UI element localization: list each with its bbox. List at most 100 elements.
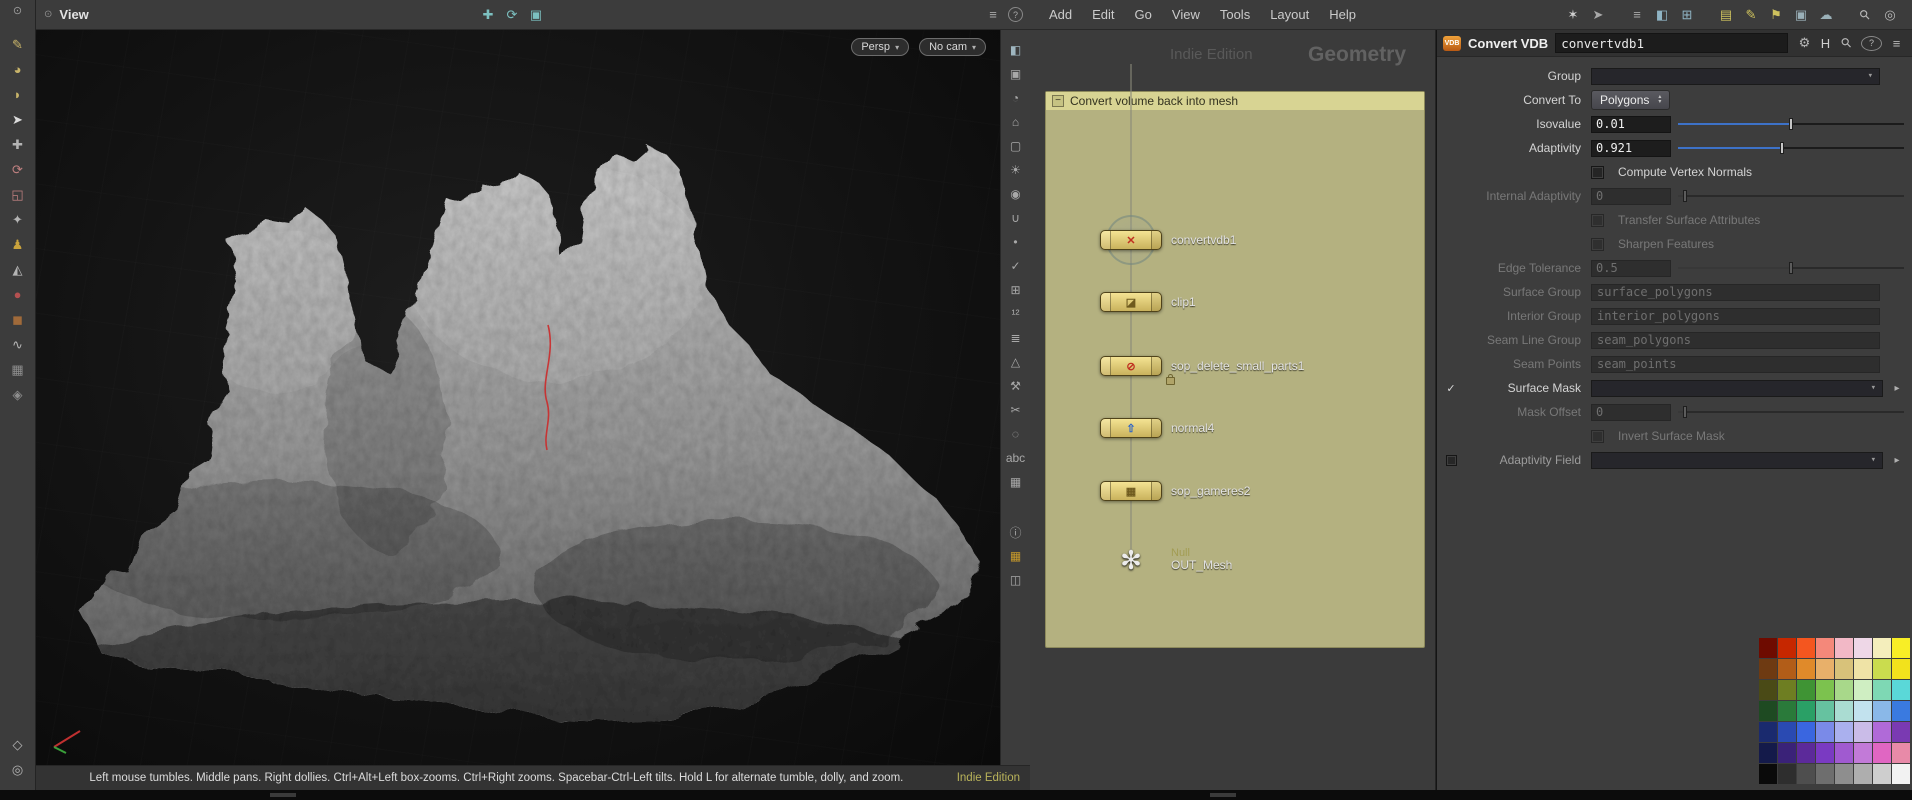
menu-add[interactable]: Add: [1040, 4, 1081, 25]
node-convertvdb1[interactable]: ✕ convertvdb1: [1100, 215, 1236, 265]
search-icon[interactable]: ⚲: [1849, 0, 1882, 31]
param-slider[interactable]: [1678, 188, 1904, 204]
move-tool-icon[interactable]: ✚: [6, 132, 30, 157]
flag-icon[interactable]: ⚑: [1764, 4, 1788, 26]
palette-swatch[interactable]: [1778, 638, 1796, 658]
rotate-tool-icon[interactable]: ⟳: [6, 157, 30, 182]
grid-snap-icon[interactable]: ⊞: [1003, 278, 1029, 302]
node-right-flag[interactable]: [1151, 293, 1161, 311]
slider-handle[interactable]: [1682, 406, 1687, 418]
palette-swatch[interactable]: [1816, 722, 1834, 742]
gear-icon[interactable]: ⚙: [1795, 32, 1814, 54]
palette-swatch[interactable]: [1854, 680, 1872, 700]
param-text-field[interactable]: seam_polygons: [1591, 331, 1880, 349]
param-checkbox[interactable]: [1591, 165, 1604, 179]
sphere-tool-icon[interactable]: ●: [6, 282, 30, 307]
curve-tool-icon[interactable]: ∿: [6, 332, 30, 357]
palette-swatch[interactable]: [1816, 659, 1834, 679]
menu-tools[interactable]: Tools: [1211, 4, 1259, 25]
palette-swatch[interactable]: [1816, 680, 1834, 700]
pane-menu-icon[interactable]: ≡: [1887, 32, 1906, 54]
palette-swatch[interactable]: [1873, 764, 1891, 784]
viewport-canvas[interactable]: Persp ▾ No cam ▾: [36, 30, 1000, 766]
palette-swatch[interactable]: [1778, 743, 1796, 763]
palette-swatch[interactable]: [1759, 680, 1777, 700]
cone-icon[interactable]: △: [1003, 350, 1029, 374]
palette-swatch[interactable]: [1797, 701, 1815, 721]
param-dropdown-field[interactable]: ▾: [1591, 451, 1883, 469]
palette-swatch[interactable]: [1873, 701, 1891, 721]
pen-icon[interactable]: ✎: [1739, 4, 1763, 26]
palette-swatch[interactable]: [1759, 764, 1777, 784]
node-normal4[interactable]: ⇧ normal4: [1100, 418, 1214, 438]
magic-wand-icon[interactable]: ✶: [1561, 4, 1585, 26]
palette-swatch[interactable]: [1873, 659, 1891, 679]
help-icon[interactable]: ?: [1008, 7, 1023, 22]
rotate-view-icon[interactable]: ⟳: [500, 4, 524, 26]
question-icon[interactable]: ?: [1861, 35, 1882, 51]
list-icon[interactable]: ≡: [1625, 4, 1649, 26]
shelf-pin-icon[interactable]: ⊙: [13, 4, 22, 22]
slider-handle[interactable]: [1789, 118, 1793, 130]
palette-swatch[interactable]: [1873, 743, 1891, 763]
flipbook-icon[interactable]: ◔: [1003, 86, 1029, 110]
snapshot-icon[interactable]: ▣: [1003, 62, 1029, 86]
camera-menu-button[interactable]: No cam ▾: [919, 38, 986, 56]
palette-swatch[interactable]: [1854, 659, 1872, 679]
palette-swatch[interactable]: [1778, 680, 1796, 700]
palette-swatch[interactable]: [1778, 659, 1796, 679]
cloud-icon[interactable]: ☁: [1814, 4, 1838, 26]
pane-pin-icon[interactable]: ⊙: [44, 9, 52, 20]
palette-swatch[interactable]: [1759, 743, 1777, 763]
param-value-field[interactable]: 0.01: [1591, 115, 1671, 133]
palette-swatch[interactable]: [1759, 701, 1777, 721]
param-gutter-check[interactable]: ✓: [1443, 382, 1459, 395]
palette-swatch[interactable]: [1835, 743, 1853, 763]
param-value-field[interactable]: 0.5: [1591, 259, 1671, 277]
param-menu-button[interactable]: Polygons ▴ ▾: [1591, 90, 1671, 110]
resolution-icon[interactable]: ¹²: [1003, 302, 1029, 326]
node-left-flag[interactable]: [1101, 231, 1111, 249]
palette-swatch[interactable]: [1854, 722, 1872, 742]
node-body[interactable]: ⊘: [1100, 356, 1162, 376]
palette-swatch[interactable]: [1797, 659, 1815, 679]
node-body[interactable]: ◪: [1100, 292, 1162, 312]
palette-swatch[interactable]: [1816, 638, 1834, 658]
box-tool-icon[interactable]: ◼: [6, 307, 30, 332]
texture-display-icon[interactable]: ▦: [1003, 470, 1029, 494]
palette-swatch[interactable]: [1892, 764, 1910, 784]
param-value-field[interactable]: 0.921: [1591, 139, 1671, 157]
node-left-flag[interactable]: [1101, 482, 1111, 500]
palette-swatch[interactable]: [1759, 722, 1777, 742]
palette-swatch[interactable]: [1892, 701, 1910, 721]
param-checkbox[interactable]: [1591, 213, 1604, 227]
param-gutter-checkbox[interactable]: [1443, 455, 1459, 466]
node-right-flag[interactable]: [1151, 231, 1161, 249]
menu-edit[interactable]: Edit: [1083, 4, 1123, 25]
palette-swatch[interactable]: [1892, 743, 1910, 763]
palette-swatch[interactable]: [1835, 701, 1853, 721]
param-text-field[interactable]: surface_polygons: [1591, 283, 1880, 301]
grid-display-icon[interactable]: ▦: [1003, 544, 1029, 568]
view-lock-icon[interactable]: ◫: [1003, 568, 1029, 592]
search-icon[interactable]: ⚲: [1832, 29, 1861, 58]
node-sop-delete-small-parts1[interactable]: ⊘ sop_delete_small_parts1: [1100, 356, 1304, 385]
sticky-note-icon[interactable]: ▤: [1714, 4, 1738, 26]
select-tool-icon[interactable]: ➤: [6, 107, 30, 132]
menu-help[interactable]: Help: [1320, 4, 1365, 25]
grid-tool-icon[interactable]: ▦: [6, 357, 30, 382]
param-slider[interactable]: [1678, 116, 1904, 132]
palette-swatch[interactable]: [1797, 764, 1815, 784]
home-view-icon[interactable]: ⌂: [1003, 110, 1029, 134]
palette-swatch[interactable]: [1835, 659, 1853, 679]
frame-geo-icon[interactable]: ▢: [1003, 134, 1029, 158]
palette-swatch[interactable]: [1797, 680, 1815, 700]
palette-swatch[interactable]: [1892, 659, 1910, 679]
node-clip1[interactable]: ◪ clip1: [1100, 292, 1196, 312]
palette-swatch[interactable]: [1835, 722, 1853, 742]
param-text-field[interactable]: interior_polygons: [1591, 307, 1880, 325]
menu-go[interactable]: Go: [1126, 4, 1161, 25]
param-slider[interactable]: [1678, 404, 1904, 420]
frame-selection-icon[interactable]: ▣: [524, 4, 548, 26]
viewport-layout-icon[interactable]: ◧: [1003, 38, 1029, 62]
